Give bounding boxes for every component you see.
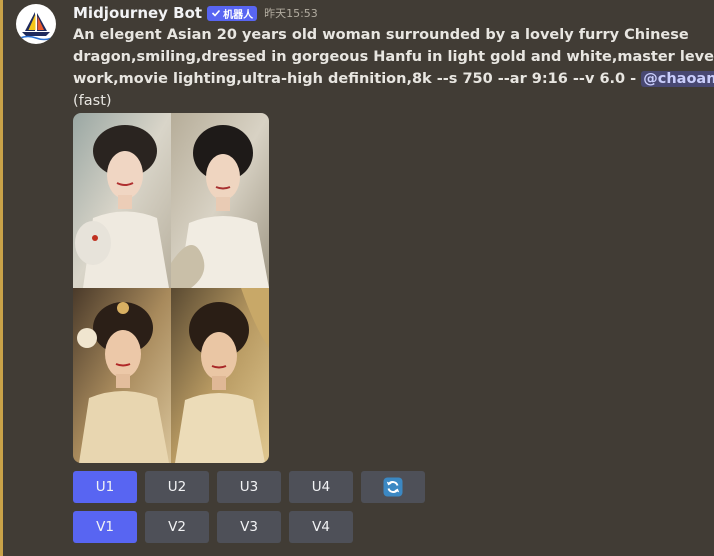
variation-button-1[interactable]: V1 [73, 511, 137, 543]
image-grid[interactable] [73, 113, 269, 463]
generated-image-4[interactable] [171, 288, 269, 463]
user-mention[interactable]: @chaoanan [641, 71, 714, 87]
bot-tag-label: 机器人 [223, 9, 254, 21]
refresh-icon [383, 477, 403, 497]
generation-mode: (fast) [73, 93, 112, 109]
prompt-line: work,movie lighting,ultra-high definitio… [73, 68, 714, 90]
upscale-button-4[interactable]: U4 [289, 471, 353, 503]
message-highlight-bar [0, 0, 3, 556]
prompt-line: dragon,smiling,dressed in gorgeous Hanfu… [73, 49, 714, 65]
variation-button-row: V1 V2 V3 V4 [73, 511, 361, 543]
generated-image-2[interactable] [171, 113, 269, 288]
message-content: Midjourney Bot 机器人 昨天15:53 An elegent As… [73, 2, 714, 112]
username[interactable]: Midjourney Bot [73, 4, 202, 22]
avatar[interactable] [16, 4, 56, 44]
timestamp: 昨天15:53 [264, 7, 318, 20]
reroll-button[interactable] [361, 471, 425, 503]
variation-button-3[interactable]: V3 [217, 511, 281, 543]
generated-image-3[interactable] [73, 288, 171, 463]
prompt-text: An elegent Asian 20 years old woman surr… [73, 24, 714, 90]
variation-button-2[interactable]: V2 [145, 511, 209, 543]
upscale-button-1[interactable]: U1 [73, 471, 137, 503]
upscale-button-2[interactable]: U2 [145, 471, 209, 503]
upscale-button-3[interactable]: U3 [217, 471, 281, 503]
sailboat-icon [19, 12, 53, 41]
prompt-line: An elegent Asian 20 years old woman surr… [73, 27, 689, 43]
upscale-button-row: U1 U2 U3 U4 [73, 471, 433, 503]
bot-tag: 机器人 [207, 5, 258, 21]
checkmark-icon [212, 9, 221, 17]
message-header: Midjourney Bot 机器人 昨天15:53 [73, 2, 703, 24]
variation-button-4[interactable]: V4 [289, 511, 353, 543]
generated-image-1[interactable] [73, 113, 171, 288]
prompt-line-text: work,movie lighting,ultra-high definitio… [73, 71, 642, 87]
